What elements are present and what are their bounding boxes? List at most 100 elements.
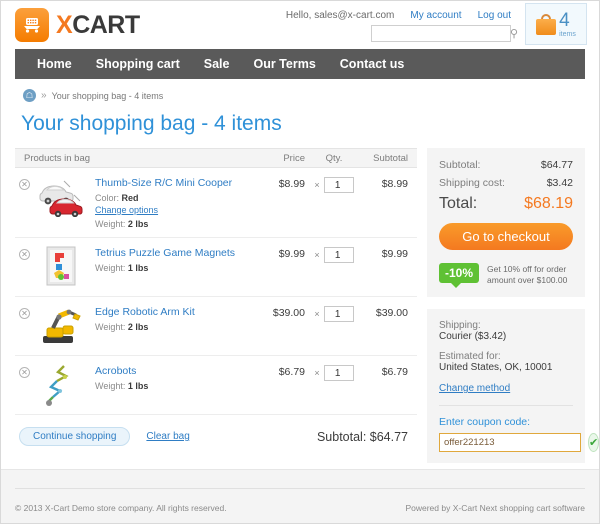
breadcrumb: ☖ » Your shopping bag - 4 items	[23, 89, 599, 102]
page-title: Your shopping bag - 4 items	[21, 112, 282, 135]
product-thumbnail[interactable]	[35, 176, 87, 218]
panel-divider	[439, 405, 573, 407]
product-name-link[interactable]: Edge Robotic Arm Kit	[95, 306, 195, 318]
quantity-input[interactable]	[323, 177, 354, 193]
product-thumbnail[interactable]	[35, 305, 87, 347]
weight-value: 2 lbs	[127, 219, 149, 229]
cart-footer-actions: Continue shopping Clear bag Subtotal: $6…	[15, 415, 417, 446]
checkmark-icon[interactable]: ✔	[588, 433, 600, 453]
clear-bag-link[interactable]: Clear bag	[146, 431, 189, 442]
site-footer: © 2013 X-Cart Demo store company. All ri…	[1, 469, 599, 523]
summary-subtotal-label: Subtotal:	[439, 159, 481, 171]
promo-banner: -10% Get 10% off for order amount over $…	[439, 263, 573, 288]
cell-subtotal: $39.00	[375, 307, 408, 319]
summary-subtotal-value: $64.77	[540, 159, 573, 171]
minicart-counter: 4 items	[559, 11, 576, 38]
quantity-input[interactable]	[323, 247, 354, 263]
coupon-label: Enter coupon code:	[439, 416, 531, 429]
remove-item-icon[interactable]: ✕	[19, 308, 30, 319]
home-icon[interactable]: ☖	[23, 89, 36, 102]
main-navigation: Home Shopping cart Sale Our Terms Contac…	[15, 49, 585, 79]
product-weight: Weight: 2 lbs	[95, 322, 195, 332]
search-input[interactable]	[372, 26, 510, 41]
product-option: Color: Red	[95, 193, 232, 203]
quantity-input[interactable]	[323, 306, 354, 322]
cell-price: $39.00	[272, 307, 305, 319]
estimated-address-value: United States, OK, 10001	[439, 362, 553, 374]
product-option-value: Red	[121, 193, 139, 203]
remove-item-icon[interactable]: ✕	[19, 367, 30, 378]
table-row: ✕	[15, 297, 417, 356]
weight-label: Weight:	[95, 381, 126, 391]
nav-item-our-terms[interactable]: Our Terms	[241, 49, 327, 79]
site-logo[interactable]: XCART	[15, 8, 140, 42]
remove-item-icon[interactable]: ✕	[19, 249, 30, 260]
summary-shipping-value: $3.42	[546, 177, 573, 189]
page-root: XCART Hello, sales@x-cart.com My account…	[0, 0, 600, 524]
shipping-method-value: Courier ($3.42)	[439, 331, 507, 343]
table-row: ✕ Acrobots Weight: 1 lbs $6.79 × 1 $6.79	[15, 356, 417, 415]
search-icon[interactable]: ⚲	[510, 27, 518, 40]
multiply-symbol: ×	[314, 180, 320, 190]
product-option-label: Color:	[95, 193, 120, 203]
product-name-link[interactable]: Acrobots	[95, 365, 148, 377]
coupon-input[interactable]	[439, 433, 581, 453]
product-name-link[interactable]: Thumb-Size R/C Mini Cooper	[95, 177, 232, 189]
cell-subtotal: $8.99	[381, 178, 408, 190]
quantity-input[interactable]	[323, 365, 354, 381]
cell-subtotal: $6.79	[381, 366, 408, 378]
go-to-checkout-button[interactable]: Go to checkout	[439, 223, 573, 250]
change-options-link[interactable]: Change options	[95, 205, 232, 215]
multiply-symbol: ×	[314, 309, 320, 319]
product-thumbnail[interactable]	[35, 246, 87, 288]
continue-shopping-button[interactable]: Continue shopping	[19, 427, 131, 446]
search-box[interactable]: ⚲	[371, 25, 518, 42]
weight-label: Weight:	[95, 263, 126, 273]
my-account-link[interactable]: My account	[410, 10, 461, 21]
weight-value: 1 lbs	[127, 263, 149, 273]
product-weight: Weight: 1 lbs	[95, 381, 148, 391]
cell-subtotal: $9.99	[381, 248, 408, 260]
cart-logo-icon	[15, 8, 49, 42]
logo-x: X	[56, 10, 73, 39]
account-links: Hello, sales@x-cart.com My account Log o…	[286, 9, 511, 21]
remove-item-icon[interactable]: ✕	[19, 179, 30, 190]
cart-subtotal-text: Subtotal: $64.77	[316, 429, 408, 444]
breadcrumb-separator: »	[41, 90, 47, 101]
nav-item-home[interactable]: Home	[25, 49, 84, 79]
minicart-items-label: items	[559, 30, 576, 38]
nav-item-contact-us[interactable]: Contact us	[328, 49, 417, 79]
product-thumbnail[interactable]	[35, 364, 87, 406]
shopping-bag-icon	[536, 13, 557, 35]
minicart-widget[interactable]: 4 items	[525, 3, 587, 45]
cart-table-header: Products in bag Price Qty. Subtotal	[15, 148, 417, 168]
estimated-label: Estimated for:	[439, 351, 501, 363]
table-row: ✕ Tetrius Puzzle Game Magnets Weight: 1 …	[15, 238, 417, 297]
shipping-label: Shipping:	[439, 320, 481, 332]
site-header: XCART Hello, sales@x-cart.com My account…	[1, 1, 599, 49]
change-method-link[interactable]: Change method	[439, 383, 510, 394]
summary-subtotal-row: Subtotal: $64.77	[439, 159, 573, 171]
nav-item-sale[interactable]: Sale	[192, 49, 242, 79]
coupon-form: ✔	[439, 433, 600, 453]
summary-total-row: Total: $68.19	[439, 195, 573, 213]
nav-item-shopping-cart[interactable]: Shopping cart	[84, 49, 192, 79]
weight-value: 1 lbs	[127, 381, 149, 391]
cell-qty: ×	[305, 305, 363, 322]
column-qty: Qty.	[325, 152, 343, 164]
weight-label: Weight:	[95, 322, 126, 332]
column-price: Price	[283, 152, 305, 164]
greeting-text: Hello, sales@x-cart.com	[285, 10, 395, 21]
cell-qty: ×	[305, 246, 363, 263]
log-out-link[interactable]: Log out	[478, 10, 511, 21]
product-name-link[interactable]: Tetrius Puzzle Game Magnets	[95, 247, 235, 259]
promo-discount-badge: -10%	[439, 263, 480, 288]
cell-qty: ×	[305, 176, 363, 193]
multiply-symbol: ×	[314, 368, 320, 378]
footer-powered-by: Powered by X-Cart Next shopping cart sof…	[405, 503, 585, 513]
footer-copyright: © 2013 X-Cart Demo store company. All ri…	[15, 503, 227, 513]
cell-qty: ×	[305, 364, 363, 381]
cart-table: Products in bag Price Qty. Subtotal ✕ Th…	[15, 148, 417, 446]
shipping-panel: Shipping: Courier ($3.42) Estimated for:…	[427, 309, 600, 464]
summary-shipping-label: Shipping cost:	[439, 177, 505, 189]
